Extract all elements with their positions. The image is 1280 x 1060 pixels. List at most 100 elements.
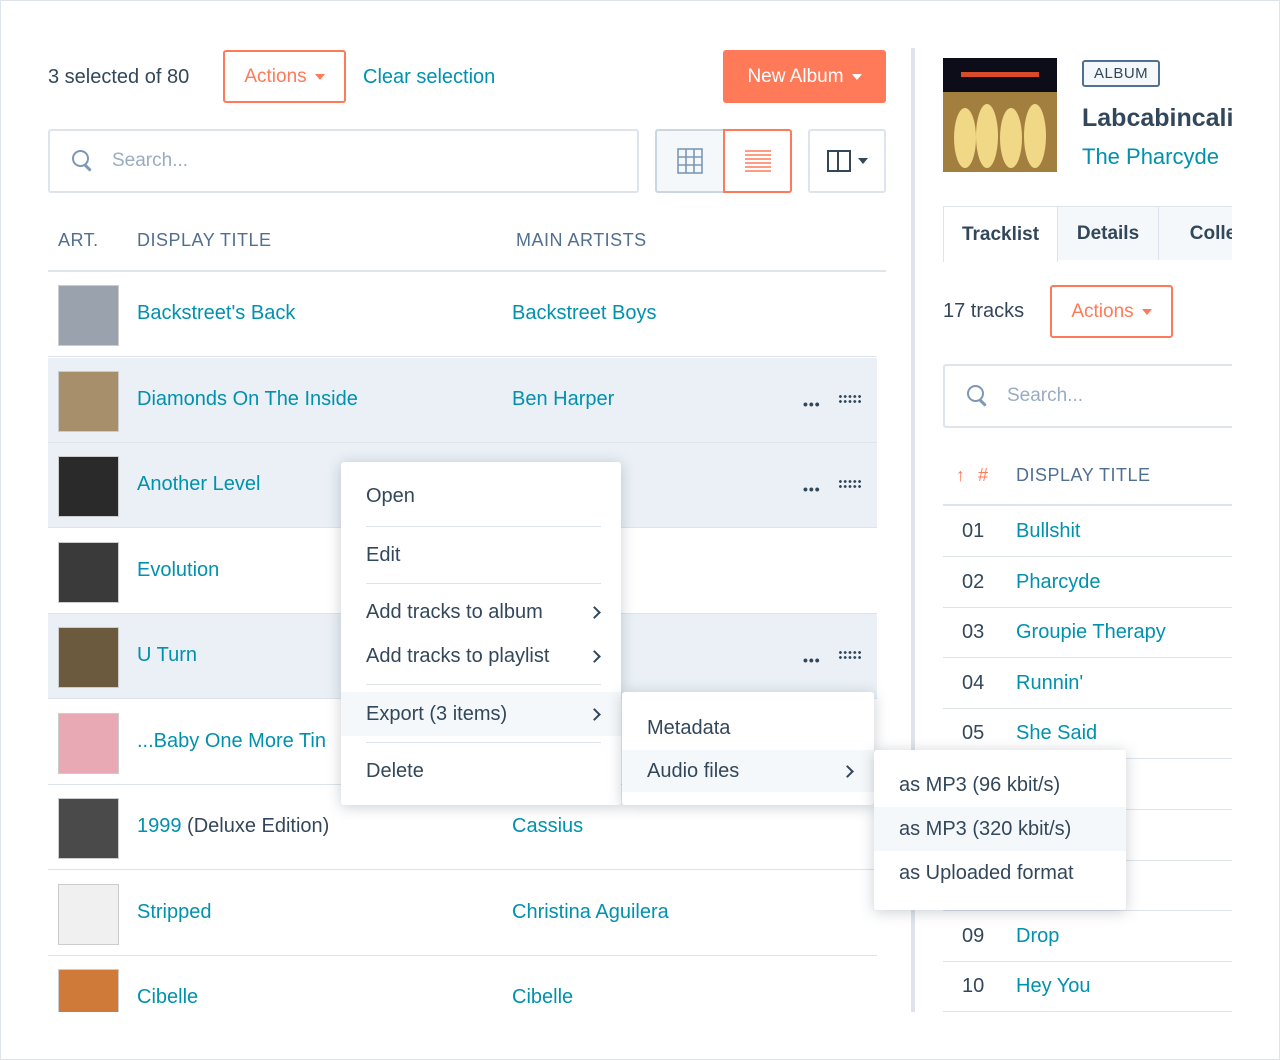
columns-button[interactable] [808,129,886,193]
search-input[interactable]: Search... [48,129,639,193]
table-row[interactable]: Diamonds On The Inside Ben Harper ••• [48,357,877,443]
search-placeholder: Search... [112,150,189,171]
album-title-link[interactable]: Stripped [137,901,212,924]
track-number: 03 [962,621,985,644]
album-artist-link[interactable]: Cibelle [512,986,573,1009]
menu-separator [366,583,601,584]
new-album-button[interactable]: New Album [723,50,886,103]
album-title-link[interactable]: U Turn [137,644,197,667]
menu-item-open[interactable]: Open [341,476,621,516]
track-number: 01 [962,520,985,542]
column-header-display-title[interactable]: DISPLAY TITLE [137,230,272,251]
actions-button[interactable]: Actions [223,50,346,103]
album-title-link[interactable]: Diamonds On The Inside [137,388,358,411]
grid-view-toggle[interactable] [655,129,723,193]
tab-tracklist[interactable]: Tracklist [943,206,1058,262]
menu-item-label: as MP3 (320 kbit/s) [899,817,1072,840]
menu-item-label: Metadata [647,716,731,739]
caret-down-icon [851,73,862,80]
menu-item-mp3-320[interactable]: as MP3 (320 kbit/s) [874,807,1126,851]
track-title-link[interactable]: Groupie Therapy [1016,621,1166,644]
column-header-main-artists[interactable]: MAIN ARTISTS [516,230,647,251]
album-artist-link[interactable]: Backstreet Boys [512,302,657,325]
table-row[interactable]: Cibelle Cibelle [48,956,877,1012]
column-header-number[interactable]: # [978,465,989,486]
track-number: 04 [962,671,985,694]
tab-details[interactable]: Details [1057,206,1159,260]
drag-handle-icon[interactable] [838,393,862,404]
track-row[interactable]: 09 Drop [943,911,1232,962]
caret-down-icon [1141,308,1152,315]
album-art [58,969,119,1012]
menu-item-label: Delete [366,759,424,782]
track-row[interactable]: 10 Hey You [943,961,1232,1012]
column-header-track-title[interactable]: DISPLAY TITLE [1016,465,1151,486]
menu-item-label: Audio files [647,759,740,782]
search-icon [967,385,989,407]
new-album-label: New Album [747,65,844,87]
album-title-text: Diamonds On The Inside [137,387,358,410]
menu-separator [366,684,601,685]
tracklist-actions-button[interactable]: Actions [1050,285,1173,338]
album-artist-link[interactable]: The Pharcyde [1082,144,1219,170]
track-title-link[interactable]: Drop [1016,925,1059,948]
album-title-text: Backstreet's Back [137,302,296,324]
track-title-link[interactable]: Bullshit [1016,520,1080,543]
album-artist-link[interactable]: Cassius [512,815,583,838]
menu-item-label: as MP3 (96 kbit/s) [899,773,1061,796]
album-title-suffix: (Deluxe Edition) [181,815,330,837]
drag-handle-icon[interactable] [838,479,862,489]
tracklist-search-input[interactable]: Search... [943,364,1232,428]
menu-item-edit[interactable]: Edit [341,535,621,575]
chevron-right-icon [588,707,601,721]
track-row[interactable]: 02 Pharcyde [943,557,1232,608]
context-menu: Open Edit Add tracks to album Add tracks… [341,462,621,805]
menu-item-audio-files[interactable]: Audio files [622,750,874,792]
track-title-link[interactable]: She Said [1016,722,1097,745]
table-row[interactable]: Stripped Christina Aguilera [48,871,877,956]
track-title-link[interactable]: Hey You [1016,975,1091,998]
menu-item-label: Add tracks to album [366,600,543,623]
tracklist-actions-label: Actions [1071,300,1134,322]
menu-item-mp3-96[interactable]: as MP3 (96 kbit/s) [874,764,1126,806]
caret-down-icon [857,158,868,164]
album-cover [943,58,1057,172]
menu-item-label: Export (3 items) [366,702,508,725]
album-artist-link[interactable]: Ben Harper [512,388,614,411]
album-title-link[interactable]: ...Baby One More Tin [137,730,326,753]
album-art [58,798,119,859]
track-title-link[interactable]: Pharcyde [1016,571,1101,594]
sort-ascending-icon: ↑ [956,465,966,485]
track-row[interactable]: 04 Runnin' [943,658,1232,709]
menu-item-add-tracks-to-playlist[interactable]: Add tracks to playlist [341,636,621,676]
album-title-link[interactable]: Backstreet's Back [137,302,295,325]
table-row[interactable]: Backstreet's Back Backstreet Boys [48,272,877,357]
tracks-count: 17 tracks [943,300,1025,322]
more-options-icon[interactable]: ••• [803,652,821,668]
more-options-icon[interactable]: ••• [803,396,821,412]
selection-count: 3 selected of 80 [48,66,190,88]
album-title-link[interactable]: Cibelle [137,986,198,1009]
track-title-link[interactable]: Runnin' [1016,672,1083,695]
menu-item-delete[interactable]: Delete [341,751,621,791]
clear-selection-link[interactable]: Clear selection [363,66,495,89]
album-art [58,456,119,517]
menu-item-export[interactable]: Export (3 items) [341,692,621,736]
album-title-link[interactable]: Evolution [137,559,219,582]
track-row[interactable]: 03 Groupie Therapy [943,607,1232,659]
actions-label: Actions [244,65,307,87]
track-number: 09 [962,924,985,947]
track-row[interactable]: 01 Bullshit [943,506,1232,557]
album-artist-link[interactable]: Christina Aguilera [512,901,669,924]
album-title-link[interactable]: Another Level [137,473,260,496]
column-header-art[interactable]: ART. [58,230,99,251]
album-title-link[interactable]: 1999 (Deluxe Edition) [137,815,329,838]
drag-handle-icon[interactable] [838,650,862,660]
tab-collections[interactable]: Colle [1158,206,1232,260]
menu-item-uploaded-format[interactable]: as Uploaded format [874,851,1126,895]
list-view-toggle[interactable] [723,129,792,193]
more-options-icon[interactable]: ••• [803,481,821,497]
menu-item-add-tracks-to-album[interactable]: Add tracks to album [341,592,621,632]
menu-item-metadata[interactable]: Metadata [622,706,874,750]
album-title-text: Another Level [137,473,261,495]
